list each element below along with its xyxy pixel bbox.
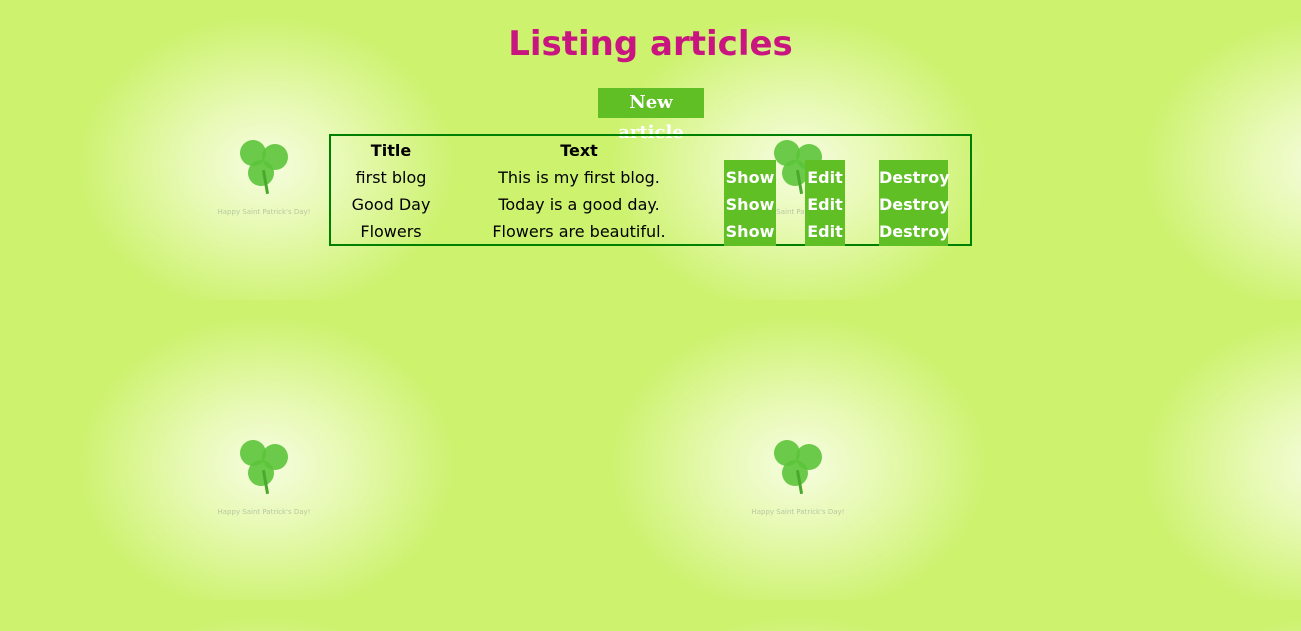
watermark-text: Happy Saint Patrick's Day!	[751, 508, 845, 516]
articles-table: Title Text first blog This is my first b…	[329, 134, 972, 246]
shamrock-icon: Happy Saint Patrick's Day!	[752, 430, 844, 530]
edit-link[interactable]: Edit	[805, 191, 845, 218]
header-text: Text	[560, 141, 598, 160]
edit-link[interactable]: Edit	[805, 218, 845, 245]
watermark-text: Happy Saint Patrick's Day!	[217, 208, 311, 216]
page-title: Listing articles	[508, 24, 793, 64]
shamrock-icon: Happy Saint Patrick's Day!	[218, 130, 310, 230]
show-link[interactable]: Show	[724, 218, 776, 245]
show-link[interactable]: Show	[724, 164, 776, 191]
header-title: Title	[370, 141, 412, 160]
destroy-link[interactable]: Destroy	[879, 191, 950, 218]
show-link[interactable]: Show	[724, 191, 776, 218]
row-text: This is my first blog.	[498, 168, 660, 187]
row-text: Flowers are beautiful.	[492, 222, 666, 241]
row-text: Today is a good day.	[498, 195, 660, 214]
row-title: Flowers	[360, 222, 422, 241]
new-article-link[interactable]: New article	[598, 88, 704, 143]
destroy-link[interactable]: Destroy	[879, 164, 950, 191]
destroy-link[interactable]: Destroy	[879, 218, 950, 245]
row-title: Good Day	[351, 195, 431, 214]
row-title: first blog	[355, 168, 427, 187]
shamrock-icon: Happy Saint Patrick's Day!	[218, 430, 310, 530]
watermark-text: Happy Saint Patrick's Day!	[217, 508, 311, 516]
edit-link[interactable]: Edit	[805, 164, 845, 191]
